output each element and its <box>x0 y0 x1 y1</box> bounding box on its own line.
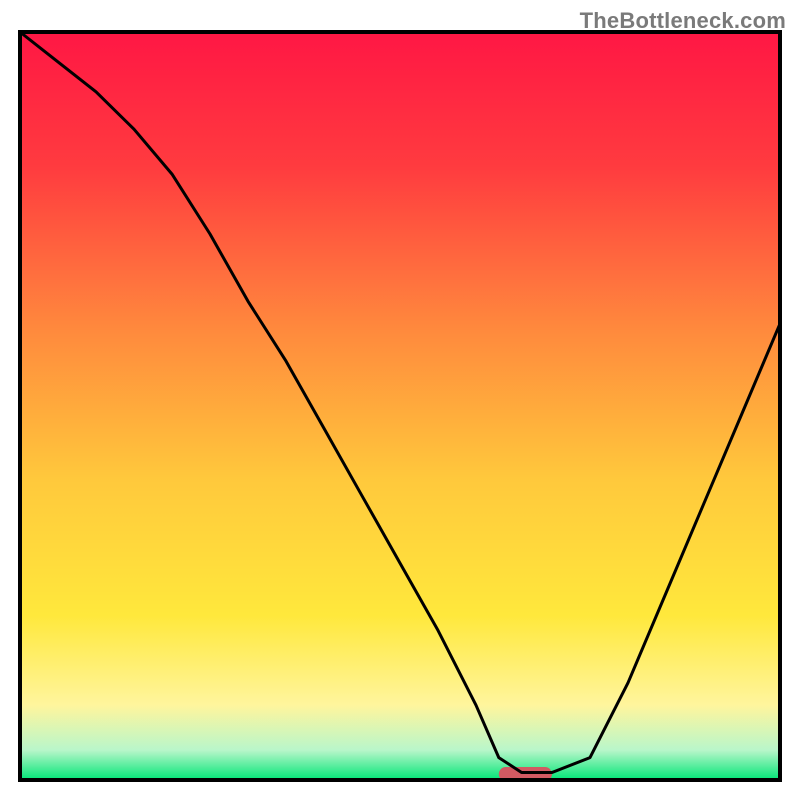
bottleneck-chart <box>10 10 790 790</box>
chart-canvas <box>10 10 790 790</box>
gradient-background <box>20 32 780 780</box>
watermark-text: TheBottleneck.com <box>580 8 786 34</box>
